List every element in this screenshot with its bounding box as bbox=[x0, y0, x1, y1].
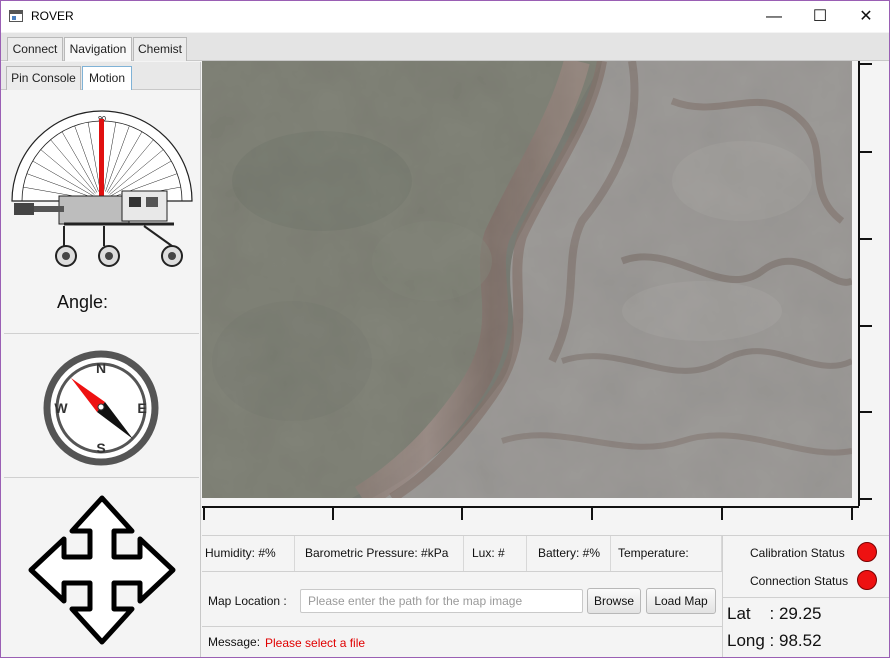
map-location-label: Map Location : bbox=[208, 594, 287, 608]
divider bbox=[202, 626, 722, 627]
load-map-button[interactable]: Load Map bbox=[646, 588, 716, 614]
divider bbox=[4, 333, 199, 334]
calibration-status-label: Calibration Status bbox=[750, 546, 845, 560]
map-x-axis bbox=[202, 506, 859, 508]
temperature-readout: Temperature: bbox=[615, 536, 722, 571]
x-axis-tick bbox=[591, 506, 593, 520]
x-axis-tick bbox=[721, 506, 723, 520]
angle-label: Angle: bbox=[57, 292, 109, 312]
y-axis-tick bbox=[858, 151, 872, 153]
divider bbox=[723, 597, 889, 598]
x-axis-tick bbox=[332, 506, 334, 520]
direction-pad-icon[interactable] bbox=[28, 495, 176, 645]
y-axis-tick bbox=[858, 325, 872, 327]
x-axis-tick bbox=[461, 506, 463, 520]
latitude-readout: Lat : 29.25 bbox=[727, 604, 822, 623]
message-label: Message: bbox=[208, 635, 261, 649]
calibration-status-indicator bbox=[857, 542, 877, 562]
y-axis-tick bbox=[858, 238, 872, 240]
rover-window: ROVER — ☐ ✕ Connect Navigation Chemist P… bbox=[0, 0, 890, 658]
connection-status-indicator bbox=[857, 570, 877, 590]
compass-icon: N S E W bbox=[43, 350, 159, 466]
connection-status-label: Connection Status bbox=[750, 574, 849, 588]
minimize-button[interactable]: — bbox=[751, 1, 797, 32]
message-text: Please select a file bbox=[265, 636, 366, 650]
tab-motion[interactable]: Motion bbox=[82, 66, 132, 90]
y-axis-tick bbox=[858, 63, 872, 65]
compass-s-label: S bbox=[96, 440, 105, 456]
close-button[interactable]: ✕ bbox=[843, 1, 889, 32]
map-path-input[interactable]: Please enter the path for the map image bbox=[300, 589, 583, 613]
app-icon bbox=[9, 10, 23, 22]
map-view[interactable] bbox=[202, 61, 852, 498]
title-bar: ROVER — ☐ ✕ bbox=[1, 1, 889, 32]
tab-chemist[interactable]: Chemist bbox=[133, 37, 187, 61]
humidity-readout: Humidity: #% bbox=[202, 536, 295, 571]
main-tab-bar: Connect Navigation Chemist bbox=[1, 33, 889, 61]
window-title: ROVER bbox=[31, 9, 74, 23]
maximize-button[interactable]: ☐ bbox=[797, 1, 843, 32]
sub-tab-bar: Pin Console Motion bbox=[1, 62, 200, 90]
lux-readout: Lux: # bbox=[469, 536, 527, 571]
y-axis-tick bbox=[858, 498, 872, 500]
tab-navigation[interactable]: Navigation bbox=[64, 37, 132, 61]
compass-e-label: E bbox=[137, 400, 146, 416]
protractor-rover-illustration: 90 bbox=[11, 110, 193, 267]
battery-readout: Battery: #% bbox=[535, 536, 611, 571]
rover-icon bbox=[14, 190, 183, 267]
divider bbox=[202, 571, 722, 572]
divider bbox=[4, 477, 199, 478]
tab-connect[interactable]: Connect bbox=[7, 37, 63, 61]
longitude-readout: Long : 98.52 bbox=[727, 631, 822, 650]
terrain-map-image bbox=[202, 61, 852, 498]
browse-button[interactable]: Browse bbox=[587, 588, 641, 614]
tab-pin-console[interactable]: Pin Console bbox=[6, 66, 81, 90]
map-y-axis bbox=[858, 61, 860, 506]
x-axis-tick bbox=[203, 506, 205, 520]
pressure-readout: Barometric Pressure: #kPa bbox=[302, 536, 464, 571]
compass-n-label: N bbox=[96, 360, 106, 376]
compass-w-label: W bbox=[54, 400, 68, 416]
y-axis-tick bbox=[858, 411, 872, 413]
x-axis-tick bbox=[851, 506, 853, 520]
